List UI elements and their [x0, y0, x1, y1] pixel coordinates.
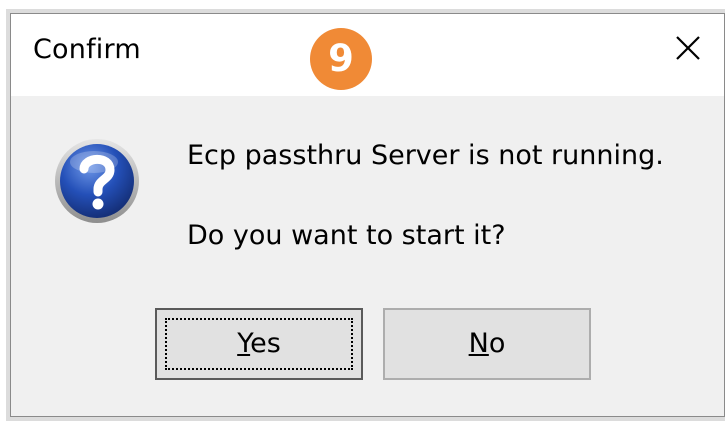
step-number-badge: 9: [310, 28, 372, 90]
dialog-title: Confirm: [33, 34, 141, 65]
screenshot-canvas: Confirm Ecp passthru Server is not runni…: [0, 0, 725, 430]
no-button-label: No: [468, 328, 506, 359]
close-button[interactable]: [668, 28, 708, 68]
yes-button-label: Yes: [237, 328, 281, 359]
no-button[interactable]: No: [383, 308, 591, 380]
question-icon: [52, 136, 142, 226]
close-icon: [676, 36, 700, 60]
message-line-2: Do you want to start it?: [187, 220, 506, 251]
yes-button[interactable]: Yes: [155, 308, 363, 380]
message-line-1: Ecp passthru Server is not running.: [187, 140, 664, 171]
